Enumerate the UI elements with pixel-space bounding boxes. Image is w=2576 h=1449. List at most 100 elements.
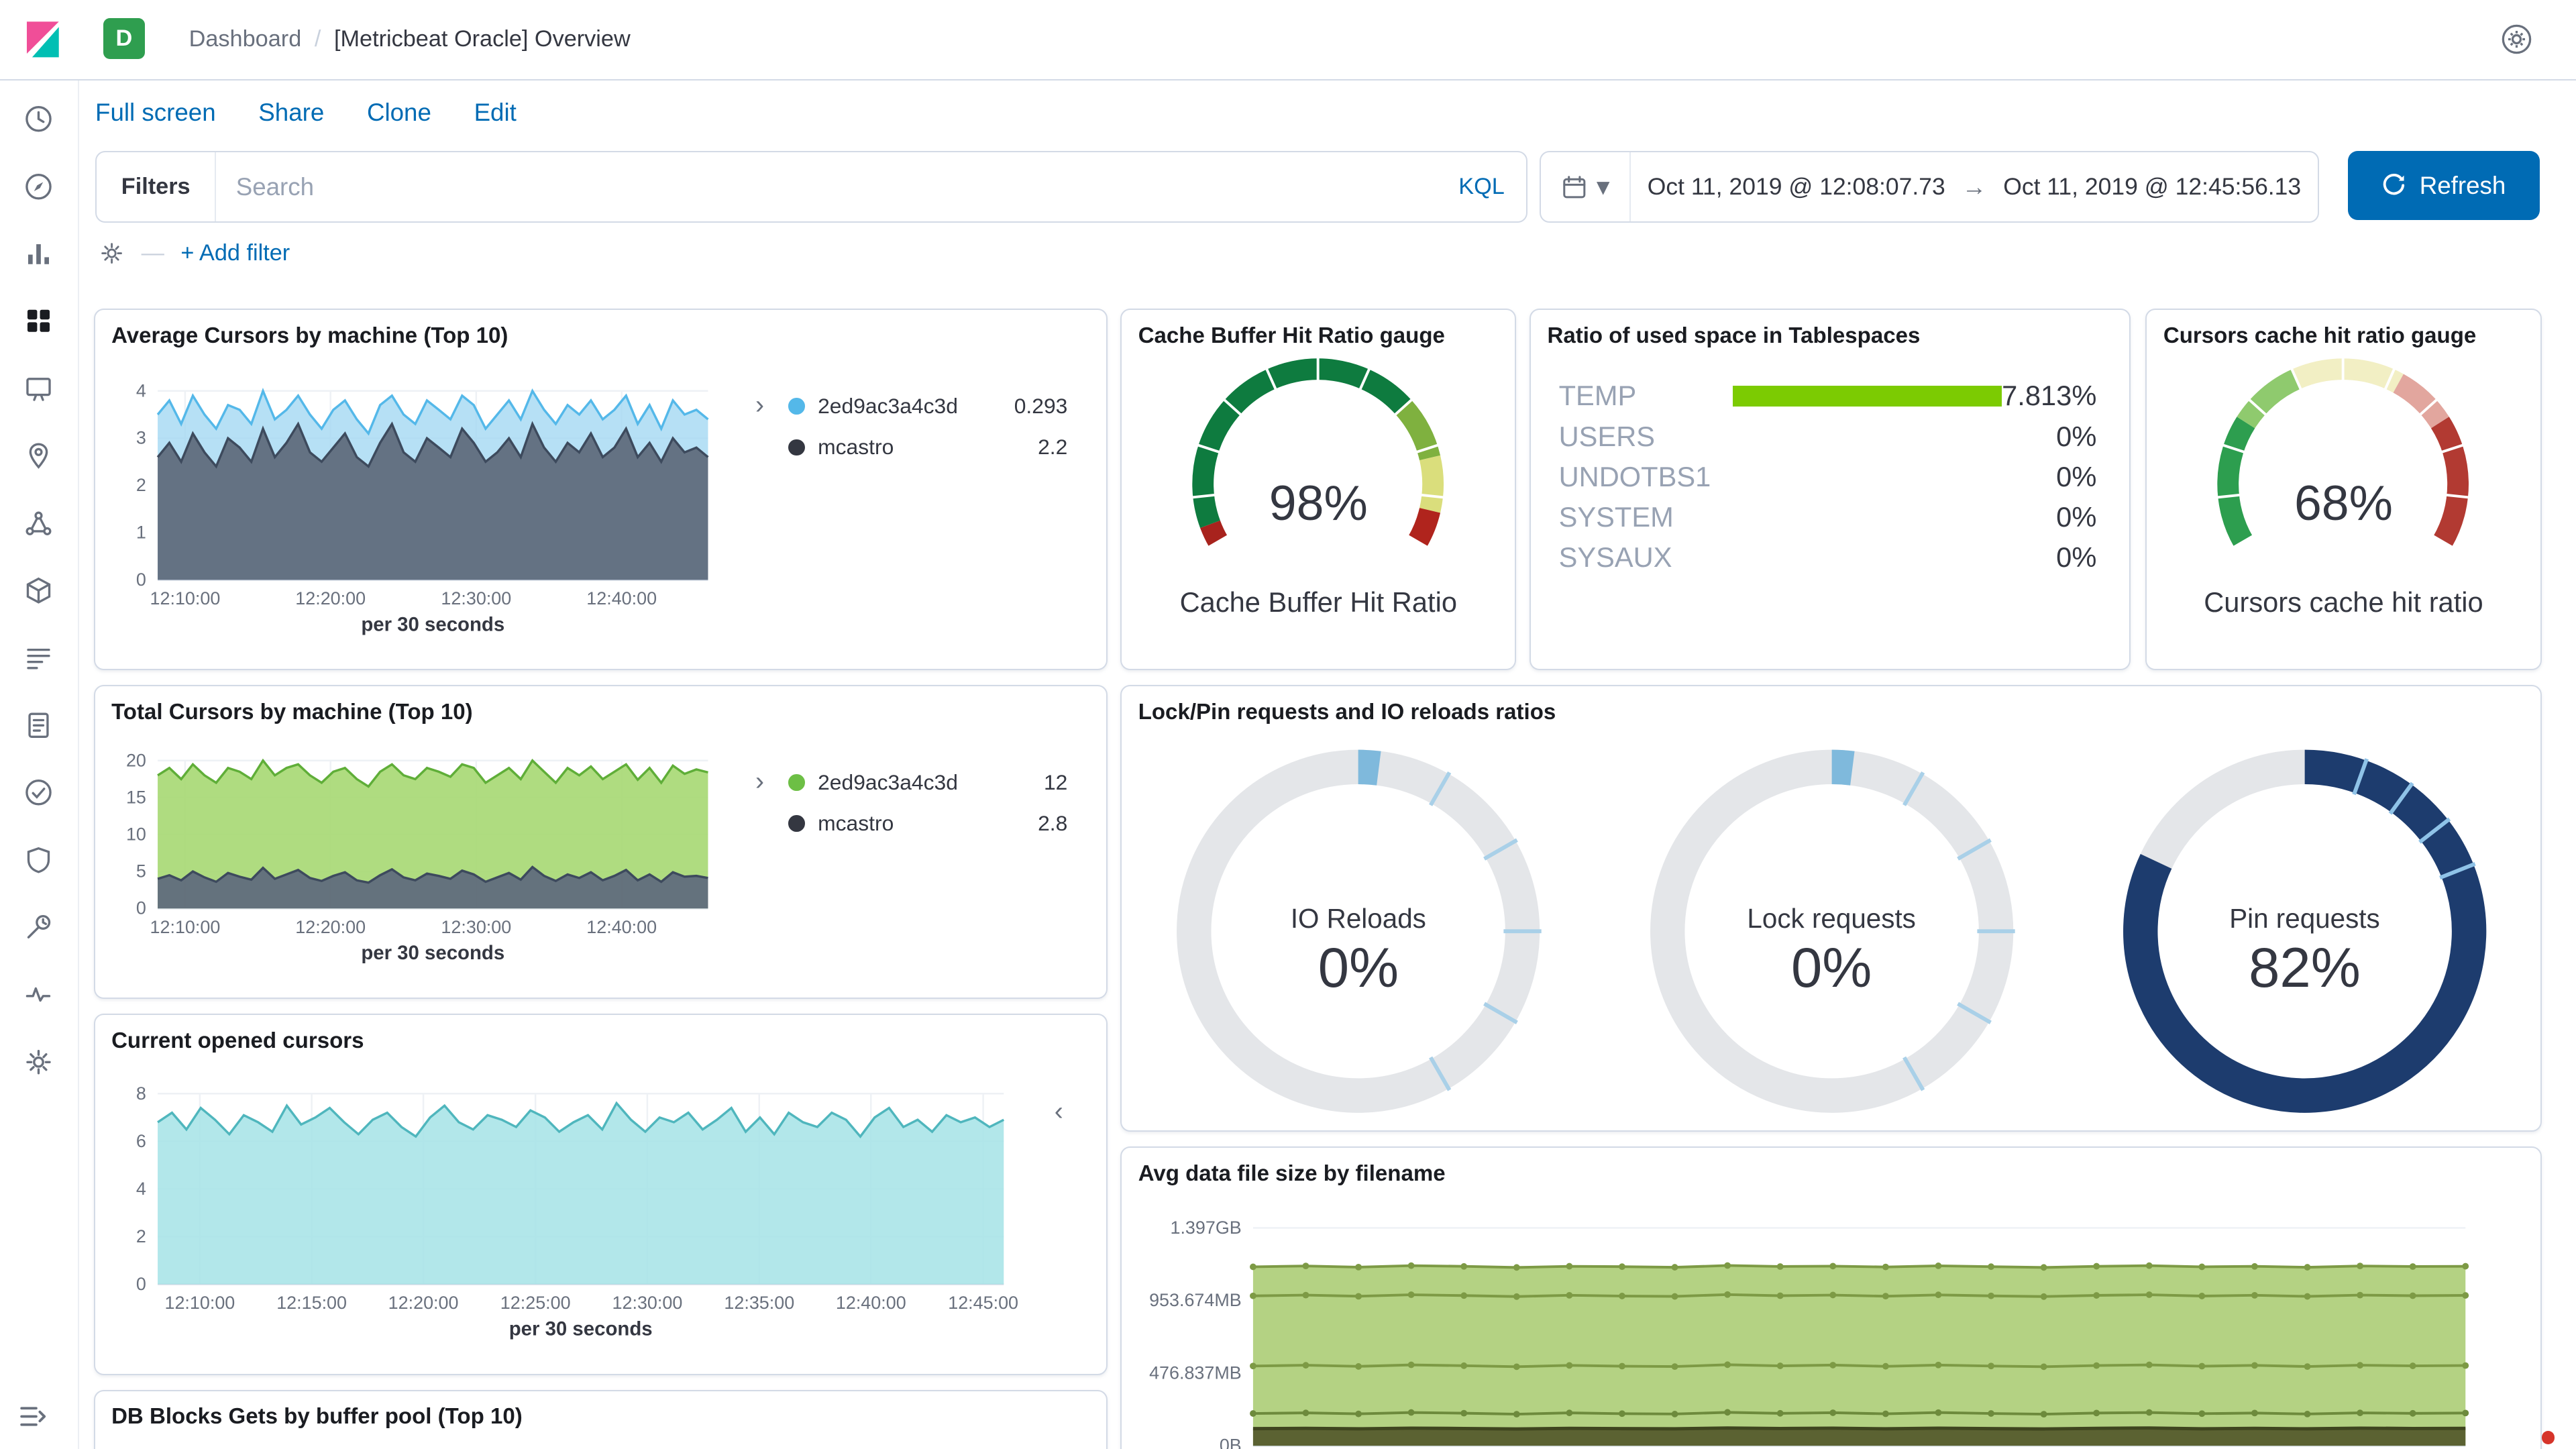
svg-text:12:30:00: 12:30:00 — [441, 917, 511, 937]
svg-text:12:20:00: 12:20:00 — [295, 588, 366, 608]
gauge-label: Lock requests — [1747, 903, 1916, 934]
panel-total-cursors: Total Cursors by machine (Top 10) 0 5 10 15… — [93, 685, 1108, 999]
calendar-button[interactable]: ▾ — [1541, 152, 1631, 222]
full-screen-link[interactable]: Full screen — [95, 99, 216, 127]
table-row: UNDOTBS1 0% — [1531, 457, 2129, 497]
logs-icon[interactable] — [22, 642, 55, 674]
clone-link[interactable]: Clone — [367, 99, 431, 127]
breadcrumb-separator: / — [314, 26, 321, 52]
legend-item[interactable]: mcastro 2.2 — [788, 427, 1077, 468]
svg-text:476.837MB: 476.837MB — [1149, 1362, 1242, 1383]
space-badge[interactable]: D — [103, 17, 145, 60]
refresh-button[interactable]: Refresh — [2347, 151, 2540, 221]
kibana-app: D Dashboard / [Metricbeat Oracle] Overvi… — [0, 0, 2576, 1449]
svg-text:12:30:00: 12:30:00 — [441, 588, 511, 608]
svg-text:1.397GB: 1.397GB — [1171, 1218, 1242, 1238]
svg-text:12:35:00: 12:35:00 — [724, 1293, 794, 1313]
dashboard-icon[interactable] — [22, 305, 55, 337]
infrastructure-icon[interactable] — [22, 575, 55, 606]
average-cursors-chart[interactable]: 0 1 2 3 4 12:10:00 12:20:00 12:30:00 12:40:00 per… — [95, 366, 736, 654]
panel-title[interactable]: Ratio of used space in Tablespaces — [1531, 310, 2129, 362]
tablespace-value: 0% — [2056, 501, 2097, 533]
series-value: 12 — [1043, 769, 1068, 794]
series-name: 2ed9ac3a4c3d — [818, 769, 958, 794]
io-reloads-gauge[interactable]: IO Reloads 0% — [1122, 729, 1595, 1133]
machine-learning-icon[interactable] — [22, 508, 55, 539]
svg-text:12:20:00: 12:20:00 — [388, 1293, 458, 1313]
tablespace-value: 0% — [2056, 541, 2097, 574]
visualize-icon[interactable] — [22, 238, 55, 270]
search-input[interactable] — [216, 172, 1438, 201]
svg-text:12:40:00: 12:40:00 — [586, 588, 657, 608]
edit-link[interactable]: Edit — [474, 99, 517, 127]
gauge-label: Cache Buffer Hit Ratio — [1179, 586, 1457, 618]
panel-title[interactable]: Total Cursors by machine (Top 10) — [95, 686, 1106, 738]
panel-avg-file-size: Avg data file size by filename 1.397GB 95… — [1120, 1146, 2542, 1449]
kql-button[interactable]: KQL — [1437, 174, 1525, 200]
tablespace-value: 0% — [2056, 420, 2097, 452]
canvas-icon[interactable] — [22, 373, 55, 405]
maps-icon[interactable] — [22, 440, 55, 472]
gauge-value: 68% — [2294, 475, 2393, 531]
panel-cursors-cache-gauge: Cursors cache hit ratio gauge 68% Cursor… — [2145, 309, 2542, 671]
add-filter-link[interactable]: + Add filter — [180, 240, 290, 266]
breadcrumb-dashboard-link[interactable]: Dashboard — [189, 26, 302, 52]
legend-item[interactable]: 2ed9ac3a4c3d 0.293 — [788, 386, 1077, 427]
svg-text:12:15:00: 12:15:00 — [276, 1293, 347, 1313]
svg-text:15: 15 — [126, 787, 146, 807]
panel-title[interactable]: DB Blocks Gets by buffer pool (Top 10) — [95, 1391, 1106, 1443]
filters-button[interactable]: Filters — [97, 152, 217, 222]
legend-item[interactable]: mcastro 2.8 — [788, 803, 1077, 844]
svg-text:12:30:00: 12:30:00 — [612, 1293, 682, 1313]
settings-icon[interactable] — [2500, 23, 2533, 56]
pin-requests-gauge[interactable]: Pin requests 82% — [2068, 729, 2541, 1133]
svg-text:0: 0 — [136, 570, 146, 590]
legend-collapse-icon[interactable]: › — [755, 390, 764, 420]
breadcrumb: Dashboard / [Metricbeat Oracle] Overview — [189, 0, 631, 79]
svg-text:2: 2 — [136, 1226, 146, 1246]
lock-requests-gauge[interactable]: Lock requests 0% — [1595, 729, 2068, 1133]
opened-cursors-chart[interactable]: 0 2 4 6 8 12:10:00 12:15:00 12:20:00 12:25:00 12:… — [95, 1071, 1081, 1358]
management-icon[interactable] — [22, 1046, 55, 1078]
gauge-label: Pin requests — [2229, 903, 2380, 934]
table-row: SYSTEM 0% — [1531, 497, 2129, 537]
panel-title[interactable]: Avg data file size by filename — [1122, 1148, 2540, 1199]
tablespace-value: 7.813% — [2002, 380, 2097, 412]
svg-text:12:20:00: 12:20:00 — [295, 917, 366, 937]
gauge-value: 0% — [1790, 936, 1872, 1000]
legend-item[interactable]: 2ed9ac3a4c3d 12 — [788, 762, 1077, 803]
avg-file-size-chart[interactable]: 1.397GB 953.674MB 476.837MB 0B — [1122, 1208, 2516, 1449]
filter-options-gear-icon[interactable] — [99, 240, 125, 266]
svg-text:12:10:00: 12:10:00 — [164, 1293, 235, 1313]
date-from[interactable]: Oct 11, 2019 @ 12:08:07.73 — [1631, 173, 1962, 201]
calendar-icon — [1563, 176, 1586, 199]
total-cursors-chart[interactable]: 0 5 10 15 20 12:10:00 12:20:00 12:30:00 12:40:00… — [95, 736, 736, 999]
recently-viewed-icon[interactable] — [22, 103, 55, 135]
share-link[interactable]: Share — [258, 99, 324, 127]
panel-cache-buffer-gauge: Cache Buffer Hit Ratio gauge 98% Cache B… — [1120, 309, 1517, 671]
date-to[interactable]: Oct 11, 2019 @ 12:45:56.13 — [1986, 173, 2318, 201]
nav-expand-icon[interactable] — [16, 1400, 49, 1433]
panel-title[interactable]: Average Cursors by machine (Top 10) — [95, 310, 1106, 362]
uptime-icon[interactable] — [22, 777, 55, 808]
panel-lock-pin-ratios: Lock/Pin requests and IO reloads ratios … — [1120, 685, 2542, 1133]
kibana-logo-icon[interactable] — [21, 18, 64, 61]
series-name: 2ed9ac3a4c3d — [818, 394, 958, 419]
chevron-down-icon: ▾ — [1596, 172, 1610, 202]
panel-title[interactable]: Current opened cursors — [95, 1015, 1106, 1067]
apm-icon[interactable] — [22, 710, 55, 741]
svg-text:953.674MB: 953.674MB — [1149, 1290, 1242, 1310]
tablespace-name: TEMP — [1558, 380, 1637, 412]
legend-expand-icon[interactable]: ‹ — [1055, 1097, 1063, 1126]
stack-monitoring-icon[interactable] — [22, 979, 55, 1010]
svg-text:10: 10 — [126, 824, 146, 844]
chart-legend: › 2ed9ac3a4c3d 12 mcastro 2.8 — [749, 762, 1077, 844]
dev-tools-icon[interactable] — [22, 912, 55, 943]
tablespace-name: SYSAUX — [1558, 541, 1672, 574]
legend-collapse-icon[interactable]: › — [755, 767, 764, 796]
table-row: USERS 0% — [1531, 417, 2129, 457]
date-picker: ▾ Oct 11, 2019 @ 12:08:07.73 → Oct 11, 2… — [1539, 151, 2320, 223]
siem-icon[interactable] — [22, 845, 55, 876]
discover-icon[interactable] — [22, 171, 55, 203]
svg-text:12:40:00: 12:40:00 — [835, 1293, 906, 1313]
